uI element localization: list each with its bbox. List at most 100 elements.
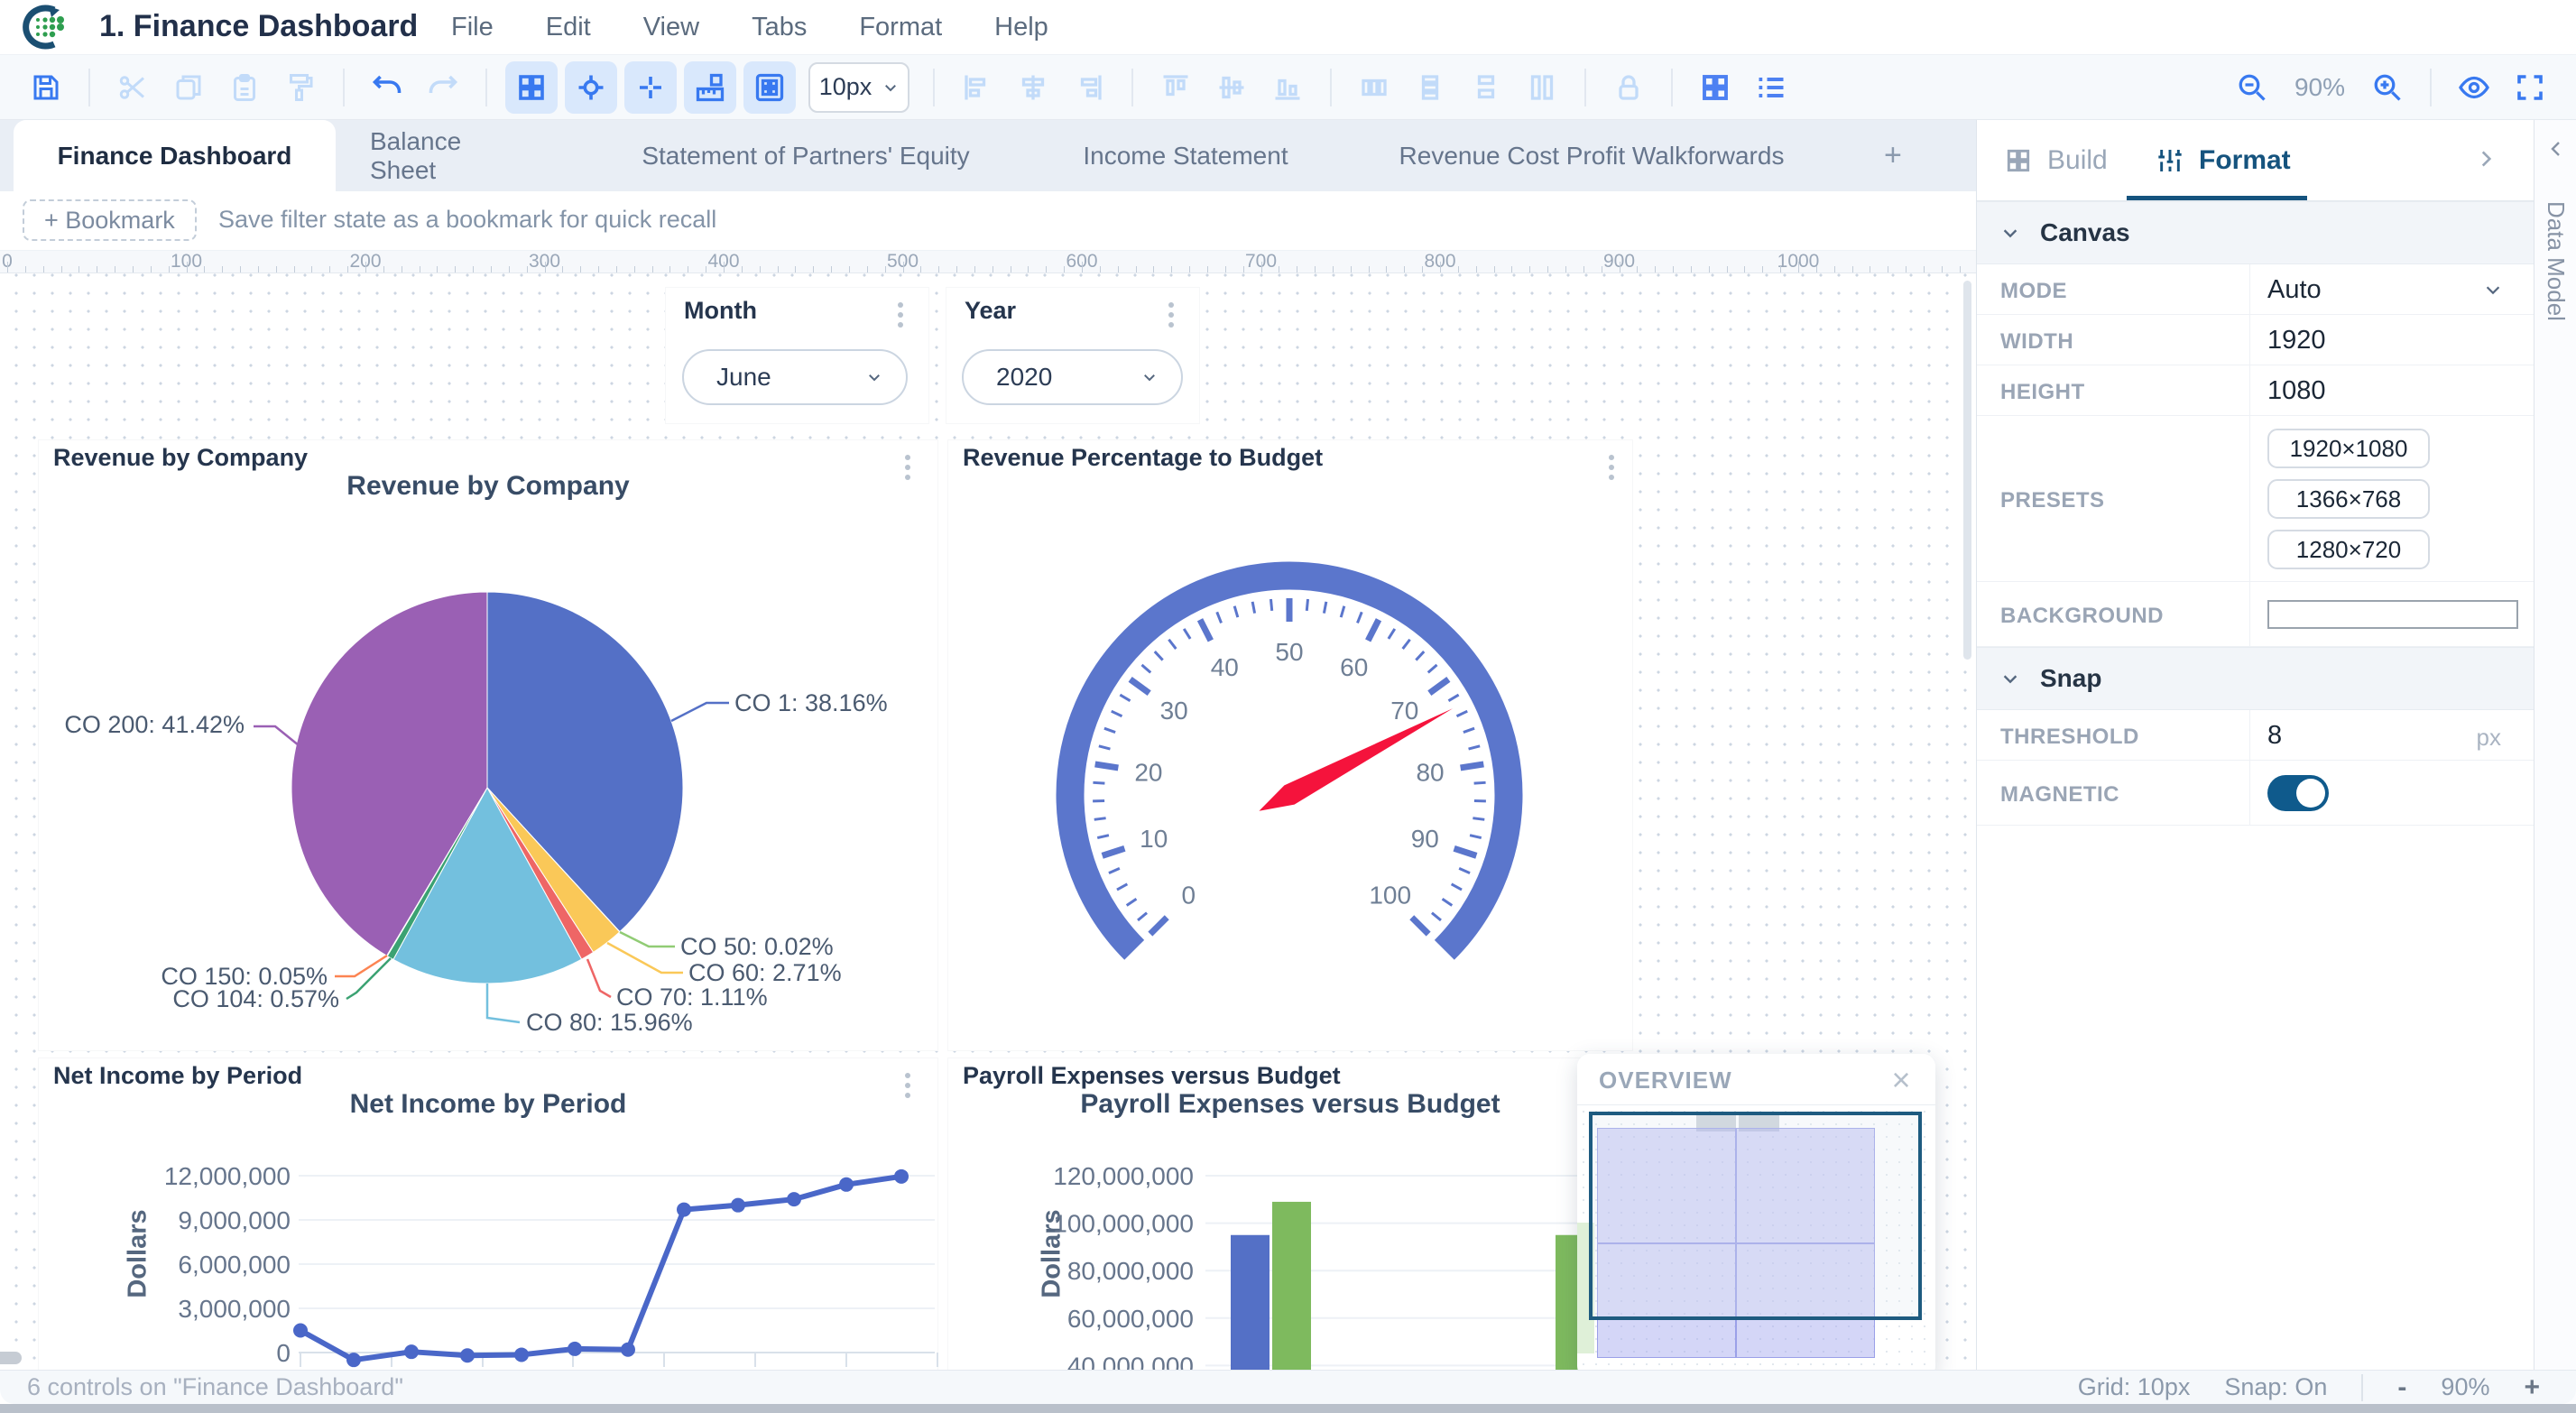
add-bookmark-button[interactable]: + Bookmark xyxy=(23,199,197,241)
canvas-section-header[interactable]: Canvas xyxy=(1977,201,2534,264)
close-icon[interactable]: × xyxy=(1883,1061,1919,1099)
data-model-tab[interactable]: Data Model xyxy=(2542,201,2570,321)
horizontal-scrollbar-stub[interactable] xyxy=(0,1352,22,1364)
month-dropdown-value: June xyxy=(716,363,771,392)
preview-button[interactable] xyxy=(2446,60,2502,115)
save-button[interactable] xyxy=(18,60,74,115)
menu-edit[interactable]: Edit xyxy=(546,13,591,42)
chevron-right-icon[interactable] xyxy=(2474,147,2498,171)
align-center-horizontal-button[interactable] xyxy=(1005,60,1061,115)
redo-button[interactable] xyxy=(415,60,471,115)
menu-file[interactable]: File xyxy=(451,13,494,42)
ruler-tick xyxy=(867,266,868,272)
layout-grid-view-button[interactable] xyxy=(1687,60,1743,115)
threshold-field[interactable]: 8 xyxy=(2267,721,2282,751)
ruler-tick xyxy=(1906,266,1907,272)
add-tab-button[interactable]: + xyxy=(1884,120,1902,191)
revenue-percentage-to-budget-widget[interactable]: Revenue Percentage to Budget 01020304050… xyxy=(947,439,1633,1051)
align-middle-button[interactable] xyxy=(1204,60,1260,115)
distribute-vertical-button[interactable] xyxy=(1402,60,1458,115)
snap-to-objects-button[interactable] xyxy=(624,61,677,114)
height-field[interactable]: 1080 xyxy=(2267,376,2326,406)
zoom-in-button[interactable] xyxy=(2359,60,2415,115)
chevron-down-icon[interactable] xyxy=(2483,280,2503,300)
status-zoom-out-button[interactable]: - xyxy=(2397,1372,2406,1403)
preset-1366x768-button[interactable]: 1366×768 xyxy=(2267,479,2430,519)
distribute-horizontal-button[interactable] xyxy=(1346,60,1402,115)
background-color-swatch[interactable] xyxy=(2267,600,2518,629)
revenue-by-company-widget[interactable]: Revenue by Company Revenue by Company CO… xyxy=(38,439,938,1051)
month-dropdown[interactable]: June xyxy=(682,349,908,405)
menu-format[interactable]: Format xyxy=(859,13,942,42)
ruler-tick xyxy=(634,266,635,272)
tab-build-label: Build xyxy=(2047,145,2108,176)
magnetic-toggle[interactable] xyxy=(2267,775,2329,811)
ruler-tick xyxy=(1780,266,1781,272)
tab-finance-dashboard[interactable]: Finance Dashboard xyxy=(14,120,336,191)
overview-panel[interactable]: OVERVIEW × xyxy=(1577,1054,1935,1379)
ruler-tick xyxy=(1476,266,1477,272)
tab-revenue-cost-profit-walkforwards[interactable]: Revenue Cost Profit Walkforwards xyxy=(1397,120,1787,191)
cut-button[interactable] xyxy=(105,60,161,115)
horizontal-scrollbar[interactable] xyxy=(0,1404,2576,1413)
grid-size-select[interactable]: 10px xyxy=(808,62,909,113)
canvas-vertical-scrollbar[interactable] xyxy=(1963,281,1971,660)
ruler-tick xyxy=(455,266,456,272)
show-rulers-button[interactable] xyxy=(684,61,736,114)
tab-statement-of-partners-equity[interactable]: Statement of Partners' Equity xyxy=(636,120,975,191)
tab-income-statement[interactable]: Income Statement xyxy=(1082,120,1289,191)
widget-menu-icon[interactable] xyxy=(1168,302,1174,308)
widget-menu-icon[interactable] xyxy=(898,302,903,308)
toolbar: 10px xyxy=(0,54,2576,120)
stretch-vertical-button[interactable] xyxy=(1458,60,1514,115)
lock-button[interactable] xyxy=(1601,60,1657,115)
tab-build[interactable]: Build xyxy=(2004,120,2108,201)
fullscreen-button[interactable] xyxy=(2502,60,2558,115)
snap-section-header[interactable]: Snap xyxy=(1977,647,2534,710)
ruler-tick xyxy=(724,262,725,272)
mode-select[interactable]: Auto xyxy=(2267,275,2322,305)
align-right-button[interactable] xyxy=(1061,60,1117,115)
svg-text:50: 50 xyxy=(1275,638,1303,666)
chevron-left-icon[interactable] xyxy=(2545,138,2567,160)
ruler-tick xyxy=(1637,266,1638,272)
format-painter-button[interactable] xyxy=(272,60,328,115)
ruler-tick xyxy=(7,262,8,272)
zoom-out-button[interactable] xyxy=(2224,60,2280,115)
overview-minimap[interactable] xyxy=(1577,1105,1935,1379)
tab-balance-sheet[interactable]: Balance Sheet xyxy=(370,120,534,191)
ruler-tick xyxy=(669,266,670,272)
status-bar: 6 controls on "Finance Dashboard" Grid: … xyxy=(0,1370,2576,1404)
layers-list-button[interactable] xyxy=(1743,60,1799,115)
undo-button[interactable] xyxy=(359,60,415,115)
threshold-unit: px xyxy=(2477,724,2501,752)
tab-format[interactable]: Format xyxy=(2156,120,2291,201)
month-filter-widget[interactable]: Month June xyxy=(665,287,929,424)
snap-to-grid-button[interactable] xyxy=(565,61,617,114)
svg-text:80: 80 xyxy=(1416,758,1444,786)
status-zoom-in-button[interactable]: + xyxy=(2524,1372,2540,1403)
align-left-button[interactable] xyxy=(949,60,1005,115)
page-layout-button[interactable] xyxy=(743,61,796,114)
net-income-by-period-widget[interactable]: Net Income by Period Net Income by Perio… xyxy=(38,1057,938,1413)
payroll-expenses-versus-budget-widget[interactable]: Payroll Expenses versus Budget Payroll E… xyxy=(947,1057,1633,1413)
year-filter-widget[interactable]: Year 2020 xyxy=(946,287,1200,424)
menu-tabs[interactable]: Tabs xyxy=(752,13,807,42)
align-top-button[interactable] xyxy=(1148,60,1204,115)
ruler-tick xyxy=(562,266,563,272)
paste-button[interactable] xyxy=(217,60,272,115)
svg-text:9,000,000: 9,000,000 xyxy=(178,1206,291,1234)
align-bottom-button[interactable] xyxy=(1260,60,1316,115)
canvas-section-title: Canvas xyxy=(2040,218,2130,247)
preset-1280x720-button[interactable]: 1280×720 xyxy=(2267,530,2430,569)
menu-view[interactable]: View xyxy=(643,13,699,42)
copy-button[interactable] xyxy=(161,60,217,115)
minimap-viewport[interactable] xyxy=(1589,1112,1922,1320)
menu-help[interactable]: Help xyxy=(994,13,1048,42)
show-grid-button[interactable] xyxy=(505,61,558,114)
stretch-horizontal-button[interactable] xyxy=(1514,60,1570,115)
width-field[interactable]: 1920 xyxy=(2267,326,2326,356)
year-dropdown[interactable]: 2020 xyxy=(962,349,1183,405)
snap-section-title: Snap xyxy=(2040,664,2101,693)
preset-1920x1080-button[interactable]: 1920×1080 xyxy=(2267,429,2430,468)
